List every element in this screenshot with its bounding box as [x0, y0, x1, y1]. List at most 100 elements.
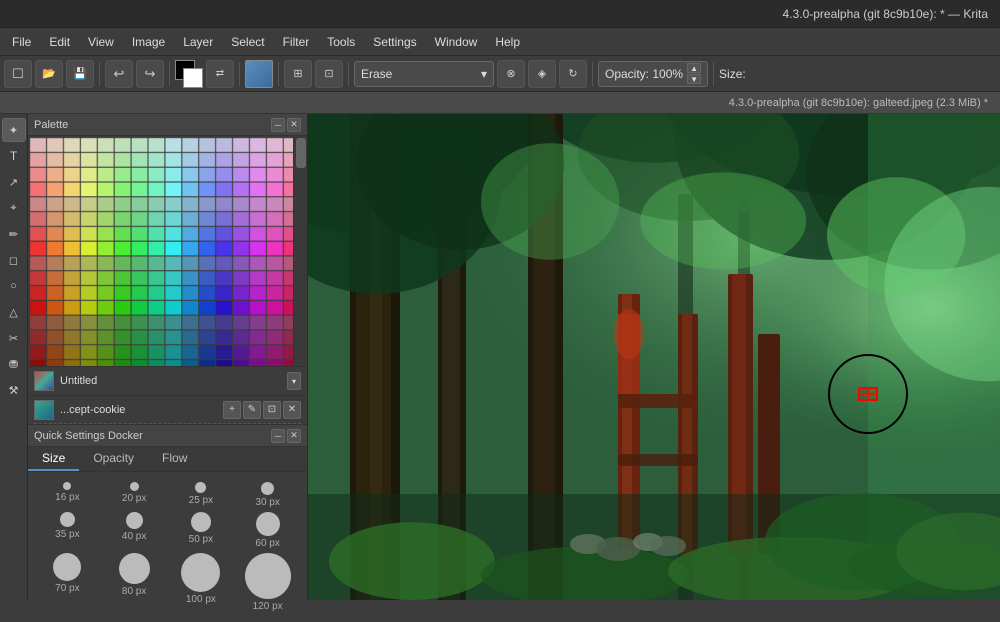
- menu-window[interactable]: Window: [427, 32, 486, 52]
- menu-image[interactable]: Image: [124, 32, 173, 52]
- document-layer-item[interactable]: Untitled ▾: [28, 367, 307, 395]
- main-area: ✦ T ↗ ⌖ ✏ ◻ ○ △ ✂ ⛃ ⚒ Palette ─ ✕: [0, 114, 1000, 600]
- tool-rectangle[interactable]: ◻: [2, 248, 26, 272]
- brush-item-35[interactable]: 35 px: [36, 512, 99, 549]
- brush-circle-80: [119, 553, 150, 584]
- layer-item[interactable]: ...cept-cookie + ✎ ⊡ ✕: [28, 395, 307, 423]
- tab-size[interactable]: Size: [28, 447, 79, 471]
- brush-circle-30: [261, 482, 274, 495]
- document-info-text: 4.3.0-prealpha (git 8c9b10e): galteed.jp…: [729, 97, 988, 109]
- brush-item-40[interactable]: 40 px: [103, 512, 166, 549]
- quick-settings-title: Quick Settings Docker: [34, 430, 143, 442]
- separator-4: [278, 62, 279, 86]
- palette-docker-header: Palette ─ ✕: [28, 114, 307, 136]
- opacity-up-button[interactable]: ▲: [687, 63, 701, 73]
- brush-label-80: 80 px: [122, 586, 146, 597]
- undo-button[interactable]: ↩: [105, 60, 133, 88]
- menu-filter[interactable]: Filter: [275, 32, 318, 52]
- brush-item-30[interactable]: 30 px: [236, 482, 299, 508]
- brush-item-25[interactable]: 25 px: [170, 482, 233, 508]
- menu-view[interactable]: View: [80, 32, 122, 52]
- opacity-control[interactable]: Opacity: 100% ▲ ▼: [598, 61, 708, 87]
- palette-close-button[interactable]: ✕: [287, 118, 301, 132]
- menu-help[interactable]: Help: [487, 32, 528, 52]
- brush-circle-25: [195, 482, 206, 493]
- layer-add-button[interactable]: +: [223, 401, 241, 419]
- menu-tools[interactable]: Tools: [319, 32, 363, 52]
- save-document-button[interactable]: 💾: [66, 60, 94, 88]
- wrap-button[interactable]: ↻: [559, 60, 587, 88]
- tab-opacity[interactable]: Opacity: [79, 447, 148, 471]
- brush-item-20[interactable]: 20 px: [103, 482, 166, 508]
- layer-actions: + ✎ ⊡ ✕: [223, 401, 301, 419]
- canvas-area[interactable]: [308, 114, 1000, 600]
- brush-circle-70: [53, 553, 81, 581]
- brush-item-50[interactable]: 50 px: [170, 512, 233, 549]
- brush-preview[interactable]: [245, 60, 273, 88]
- brush-item-60[interactable]: 60 px: [236, 512, 299, 549]
- preserve-alpha-button[interactable]: ◈: [528, 60, 556, 88]
- brush-item-80[interactable]: 80 px: [103, 553, 166, 612]
- menu-edit[interactable]: Edit: [41, 32, 78, 52]
- open-document-button[interactable]: 📂: [35, 60, 63, 88]
- brush-label-30: 30 px: [255, 497, 279, 508]
- quick-settings-minimize-button[interactable]: ─: [271, 429, 285, 443]
- tool-crop[interactable]: ⌖: [2, 196, 26, 220]
- mirror-button[interactable]: ⊡: [315, 60, 343, 88]
- tool-brush[interactable]: ✏: [2, 222, 26, 246]
- layer-copy-button[interactable]: ⊡: [263, 401, 281, 419]
- separator-1: [99, 62, 100, 86]
- palette-minimize-button[interactable]: ─: [271, 118, 285, 132]
- menu-layer[interactable]: Layer: [175, 32, 221, 52]
- brush-circle-120: [245, 553, 291, 599]
- separator-5: [348, 62, 349, 86]
- tab-flow[interactable]: Flow: [148, 447, 201, 471]
- color-swatch[interactable]: [175, 60, 203, 88]
- layer-name: ...cept-cookie: [60, 404, 217, 416]
- quick-settings-close-button[interactable]: ✕: [287, 429, 301, 443]
- brush-label-40: 40 px: [122, 531, 146, 542]
- brush-item-120[interactable]: 120 px: [236, 553, 299, 612]
- tool-ellipse[interactable]: ○: [2, 274, 26, 298]
- erase-mode-dropdown[interactable]: Erase ▾: [354, 61, 494, 87]
- palette-grid[interactable]: [28, 136, 307, 366]
- grid-button[interactable]: ⊞: [284, 60, 312, 88]
- menu-settings[interactable]: Settings: [365, 32, 424, 52]
- opacity-label: Opacity: 100%: [605, 67, 683, 81]
- tool-polygon[interactable]: △: [2, 300, 26, 324]
- opacity-down-button[interactable]: ▼: [687, 74, 701, 84]
- tool-fill[interactable]: ⛃: [2, 352, 26, 376]
- separator-6: [592, 62, 593, 86]
- tools-panel: ✦ T ↗ ⌖ ✏ ◻ ○ △ ✂ ⛃ ⚒: [0, 114, 28, 600]
- palette-canvas[interactable]: [28, 136, 307, 366]
- swap-colors-button[interactable]: ⇄: [206, 60, 234, 88]
- redo-button[interactable]: ↪: [136, 60, 164, 88]
- palette-scroll-thumb[interactable]: [296, 138, 306, 168]
- brush-item-16[interactable]: 16 px: [36, 482, 99, 508]
- canvas-scene: [308, 114, 1000, 600]
- toolbar: ☐ 📂 💾 ↩ ↪ ⇄ ⊞ ⊡ Erase ▾ ⊗ ◈ ↻ Opacity: 1…: [0, 56, 1000, 92]
- quick-settings-header: Quick Settings Docker ─ ✕: [28, 425, 307, 447]
- layer-edit-button[interactable]: ✎: [243, 401, 261, 419]
- document-dropdown-button[interactable]: ▾: [287, 372, 301, 390]
- menu-file[interactable]: File: [4, 32, 39, 52]
- tool-text[interactable]: T: [2, 144, 26, 168]
- brush-label-20: 20 px: [122, 493, 146, 504]
- separator-7: [713, 62, 714, 86]
- tool-transform[interactable]: ↗: [2, 170, 26, 194]
- opacity-spinner[interactable]: ▲ ▼: [687, 63, 701, 84]
- brush-circle-60: [256, 512, 280, 536]
- layer-thumb: [34, 400, 54, 420]
- new-document-button[interactable]: ☐: [4, 60, 32, 88]
- brush-item-70[interactable]: 70 px: [36, 553, 99, 612]
- tool-scissors[interactable]: ✂: [2, 326, 26, 350]
- palette-scrollbar[interactable]: [293, 136, 307, 366]
- eraser-clear-button[interactable]: ⊗: [497, 60, 525, 88]
- menu-select[interactable]: Select: [223, 32, 272, 52]
- background-color[interactable]: [183, 68, 203, 88]
- tool-measure[interactable]: ⚒: [2, 378, 26, 402]
- tool-select[interactable]: ✦: [2, 118, 26, 142]
- quick-settings-tabs: Size Opacity Flow: [28, 447, 307, 472]
- brush-item-100[interactable]: 100 px: [170, 553, 233, 612]
- layer-delete-button[interactable]: ✕: [283, 401, 301, 419]
